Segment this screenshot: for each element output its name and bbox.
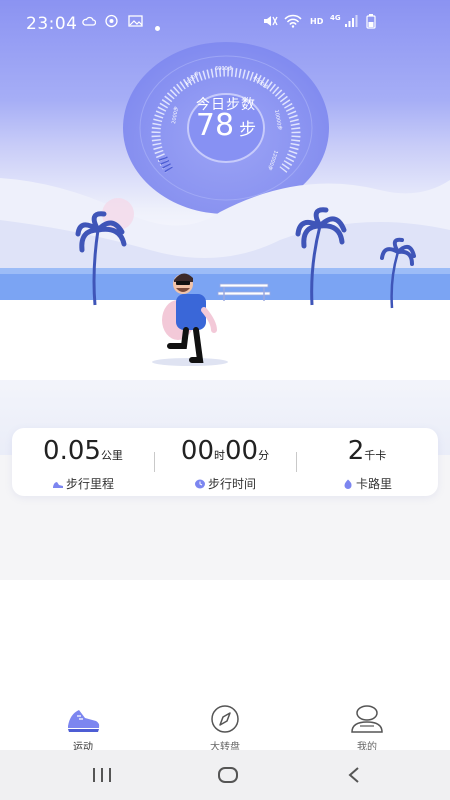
calories-stat: 2千卡 卡路里 xyxy=(296,428,438,496)
eye-icon xyxy=(104,14,119,32)
time-stat: 00时00分 步行时间 xyxy=(154,428,296,496)
tab-sport[interactable]: 运动 xyxy=(33,704,133,753)
home-icon xyxy=(218,767,238,783)
time-label: 步行时间 xyxy=(207,477,256,491)
calories-label: 卡路里 xyxy=(355,477,392,491)
distance-label-row: 步行里程 xyxy=(12,475,154,492)
minutes-value: 00 xyxy=(225,436,259,466)
back-icon xyxy=(348,767,359,783)
sneaker-icon xyxy=(63,704,103,734)
distance-stat: 0.05公里 步行里程 xyxy=(12,428,154,496)
distance-value-row: 0.05公里 xyxy=(12,436,154,466)
status-time: 23:04 xyxy=(26,14,78,34)
dot-icon xyxy=(155,19,160,35)
mute-icon xyxy=(262,14,278,32)
hd-label: HD xyxy=(310,17,324,26)
scale-mark-6000: 6000步 xyxy=(215,66,233,72)
hours-value: 00 xyxy=(180,436,214,466)
back-button[interactable] xyxy=(334,762,374,788)
signal-icon xyxy=(344,14,358,32)
tab-wheel[interactable]: 大转盘 xyxy=(175,704,275,753)
home-button[interactable] xyxy=(208,762,248,788)
distance-unit: 公里 xyxy=(100,449,123,462)
profile-icon xyxy=(347,704,387,734)
image-icon xyxy=(128,14,143,32)
clock-icon xyxy=(194,478,206,489)
content-area xyxy=(0,580,450,700)
today-steps-value: 78 步 xyxy=(123,108,329,143)
calories-value: 2 xyxy=(347,436,365,466)
status-bar: 23:04 HD 4G xyxy=(0,0,450,48)
hero-background: 23:04 HD 4G 2000步 4000步 6000步 8000步 1000… xyxy=(0,0,450,455)
beach-scene xyxy=(0,178,450,380)
minutes-unit: 分 xyxy=(258,449,270,462)
step-count: 78 xyxy=(195,108,235,143)
recents-icon xyxy=(93,768,111,782)
wifi-icon xyxy=(284,14,302,32)
network-label: 4G xyxy=(330,14,341,22)
hours-unit: 时 xyxy=(214,449,225,462)
bottom-tab-bar: 运动 大转盘 我的 xyxy=(0,700,450,753)
distance-label: 步行里程 xyxy=(65,477,114,491)
compass-icon xyxy=(205,704,245,734)
time-label-row: 步行时间 xyxy=(154,475,296,492)
time-value-row: 00时00分 xyxy=(154,436,296,466)
stats-card: 0.05公里 步行里程 00时00分 步行时间 2千卡 卡路里 xyxy=(12,428,438,496)
system-nav-bar xyxy=(0,750,450,800)
shoe-icon xyxy=(52,478,64,488)
cloud-icon xyxy=(82,14,97,32)
calories-label-row: 卡路里 xyxy=(296,475,438,492)
flame-icon xyxy=(342,478,354,489)
recents-button[interactable] xyxy=(82,762,122,788)
calories-unit: 千卡 xyxy=(364,449,387,462)
calories-value-row: 2千卡 xyxy=(296,436,438,466)
tab-profile[interactable]: 我的 xyxy=(317,704,417,753)
battery-icon xyxy=(366,14,376,33)
distance-value: 0.05 xyxy=(43,436,101,466)
step-unit: 步 xyxy=(239,120,257,140)
